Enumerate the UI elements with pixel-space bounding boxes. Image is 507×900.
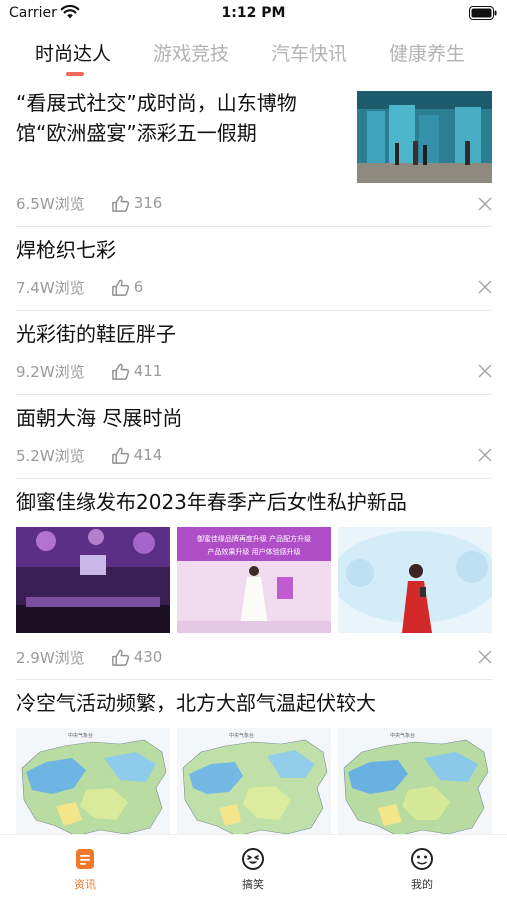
laugh-face-icon xyxy=(242,848,264,870)
thumbs-up-icon[interactable] xyxy=(111,362,130,381)
tab-profile[interactable]: 我的 xyxy=(382,847,462,892)
view-count: 7.4W浏览 xyxy=(16,278,85,297)
profile-face-icon xyxy=(411,848,433,870)
article-title: 冷空气活动频繁，北方大部气温起伏较大 xyxy=(16,691,376,715)
article-thumbnail xyxy=(16,527,170,633)
bottom-tab-bar: 资讯 搞笑 我的 xyxy=(0,834,507,900)
view-count: 6.5W浏览 xyxy=(16,194,85,213)
like-count: 316 xyxy=(133,194,163,212)
thumbs-up-icon[interactable] xyxy=(111,194,130,213)
article-meta: 2.9W浏览 430 xyxy=(16,647,162,667)
tab-funny-label: 搞笑 xyxy=(242,878,264,891)
news-feed[interactable]: “看展式社交”成时尚，山东博物 馆“欧洲盛宴”添彩五一假期 6.5W浏览 316 xyxy=(0,80,507,834)
tab-fashion[interactable]: 时尚达人 xyxy=(35,39,111,66)
article-title: 御蜜佳缘发布2023年春季产后女性私护新品 xyxy=(16,490,407,514)
close-icon[interactable] xyxy=(478,364,492,378)
view-count: 9.2W浏览 xyxy=(16,362,85,381)
list-item[interactable]: 光彩街的鞋匠胖子 9.2W浏览 411 xyxy=(16,311,492,395)
view-count: 5.2W浏览 xyxy=(16,446,85,465)
article-title: “看展式社交”成时尚，山东博物 馆“欧洲盛宴”添彩五一假期 xyxy=(16,91,297,145)
status-bar: Carrier 1:12 PM xyxy=(0,0,507,28)
list-item[interactable]: 御蜜佳缘发布2023年春季产后女性私护新品 御蜜佳缘品牌再度升级 产品配方升级 … xyxy=(16,479,492,679)
tab-news[interactable]: 资讯 xyxy=(45,847,125,892)
list-item[interactable]: 冷空气活动频繁，北方大部气温起伏较大 中央气象台 中央气象台 中央气象台 xyxy=(16,680,492,834)
article-title: 面朝大海 尽展时尚 xyxy=(16,406,183,430)
banner-text: 御蜜佳缘品牌再度升级 产品配方升级 xyxy=(197,534,311,543)
list-item[interactable]: 面朝大海 尽展时尚 5.2W浏览 414 xyxy=(16,395,492,479)
article-meta: 6.5W浏览 316 xyxy=(16,193,162,213)
article-title: 光彩街的鞋匠胖子 xyxy=(16,322,176,346)
thumbs-up-icon[interactable] xyxy=(111,446,130,465)
article-thumbnail xyxy=(357,91,492,183)
category-tabs: 时尚达人 游戏竞技 汽车快讯 健康养生 xyxy=(0,30,507,78)
map-caption: 中央气象台 xyxy=(68,732,93,739)
tab-profile-label: 我的 xyxy=(411,878,433,891)
news-icon xyxy=(76,849,94,869)
weather-map-thumbnail: 中央气象台 xyxy=(16,728,170,834)
like-count: 430 xyxy=(133,648,163,666)
list-item[interactable]: “看展式社交”成时尚，山东博物 馆“欧洲盛宴”添彩五一假期 6.5W浏览 316 xyxy=(16,80,492,226)
weather-map-thumbnail: 中央气象台 xyxy=(177,728,331,834)
like-count: 6 xyxy=(133,278,144,296)
map-caption: 中央气象台 xyxy=(229,732,254,739)
article-thumbnail: 御蜜佳缘品牌再度升级 产品配方升级 产品效果升级 用户体验感升级 xyxy=(177,527,331,633)
banner-text: 产品效果升级 用户体验感升级 xyxy=(207,547,300,556)
active-tab-indicator xyxy=(66,72,84,76)
thumbs-up-icon[interactable] xyxy=(111,278,130,297)
view-count: 2.9W浏览 xyxy=(16,648,85,667)
list-item[interactable]: 焊枪织七彩 7.4W浏览 6 xyxy=(16,227,492,311)
like-count: 414 xyxy=(133,446,163,464)
article-meta: 9.2W浏览 411 xyxy=(16,361,162,381)
tab-funny[interactable]: 搞笑 xyxy=(213,847,293,892)
article-thumbnail xyxy=(338,527,492,633)
tab-gaming[interactable]: 游戏竞技 xyxy=(153,39,229,66)
close-icon[interactable] xyxy=(478,280,492,294)
tab-auto-news[interactable]: 汽车快讯 xyxy=(271,39,347,66)
tab-health[interactable]: 健康养生 xyxy=(389,39,465,66)
thumbs-up-icon[interactable] xyxy=(111,648,130,667)
clock: 1:12 PM xyxy=(221,5,286,21)
map-caption: 中央气象台 xyxy=(390,732,415,739)
close-icon[interactable] xyxy=(478,448,492,462)
article-meta: 7.4W浏览 6 xyxy=(16,277,143,297)
article-title: 焊枪织七彩 xyxy=(16,238,116,262)
article-meta: 5.2W浏览 414 xyxy=(16,445,162,465)
like-count: 411 xyxy=(133,362,163,380)
close-icon[interactable] xyxy=(478,197,492,211)
battery-icon xyxy=(469,6,497,20)
weather-map-thumbnail: 中央气象台 xyxy=(338,728,492,834)
tab-news-label: 资讯 xyxy=(74,878,96,891)
close-icon[interactable] xyxy=(478,650,492,664)
